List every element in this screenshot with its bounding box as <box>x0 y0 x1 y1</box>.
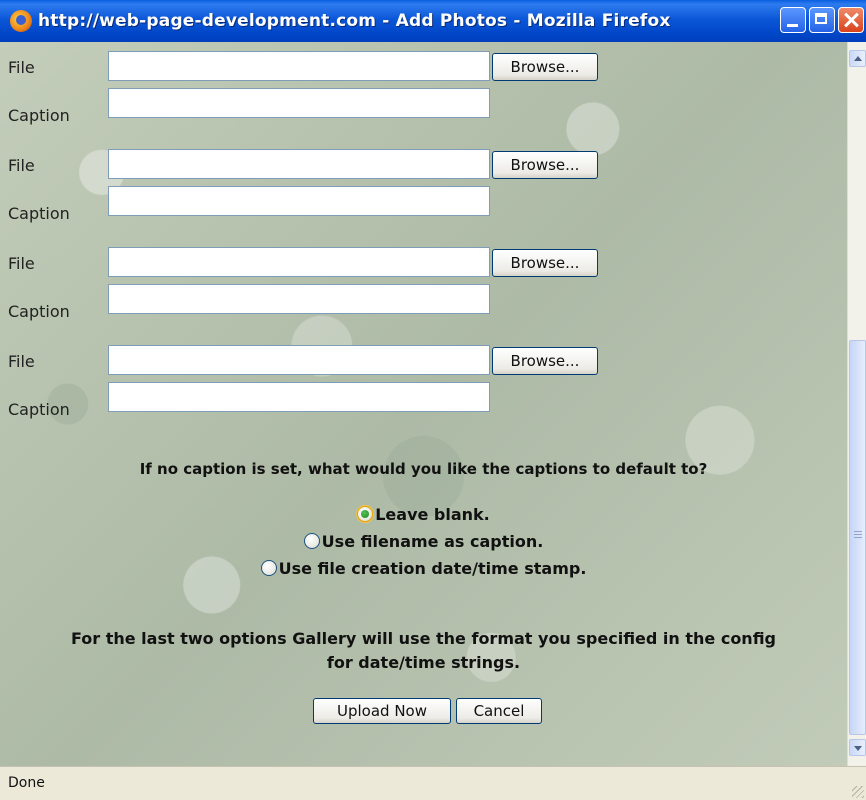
browser-window: http://web-page-development.com - Add Ph… <box>0 0 866 800</box>
vertical-scrollbar[interactable] <box>847 42 866 766</box>
radio-leave-blank[interactable] <box>357 506 374 522</box>
maximize-button[interactable] <box>809 7 835 33</box>
option-use-filename[interactable]: Use filename as caption. <box>0 532 847 551</box>
scroll-up-arrow-icon[interactable] <box>849 50 866 67</box>
file-label-4: File <box>8 352 35 371</box>
scrollbar-thumb[interactable] <box>849 340 866 735</box>
browse-button-1[interactable]: Browse... <box>492 53 598 81</box>
cancel-button[interactable]: Cancel <box>456 698 542 724</box>
caption-label-4: Caption <box>8 400 70 419</box>
scroll-down-arrow-icon[interactable] <box>849 739 866 756</box>
caption-input-2[interactable] <box>108 186 490 216</box>
caption-input-3[interactable] <box>108 284 490 314</box>
resize-grip-icon[interactable] <box>852 786 864 798</box>
caption-input-1[interactable] <box>108 88 490 118</box>
file-label-3: File <box>8 254 35 273</box>
close-button[interactable] <box>838 7 864 33</box>
browse-button-4[interactable]: Browse... <box>492 347 598 375</box>
caption-input-4[interactable] <box>108 382 490 412</box>
file-input-1[interactable] <box>108 51 490 81</box>
note-line-2: for date/time strings. <box>326 653 521 672</box>
upload-now-button[interactable]: Upload Now <box>313 698 451 724</box>
option-leave-blank[interactable]: Leave blank. <box>0 505 847 524</box>
radio-use-filename[interactable] <box>303 533 320 549</box>
file-input-2[interactable] <box>108 149 490 179</box>
firefox-icon <box>10 10 32 32</box>
file-label-2: File <box>8 156 35 175</box>
radio-use-date-stamp[interactable] <box>260 560 277 576</box>
window-title: http://web-page-development.com - Add Ph… <box>38 11 671 31</box>
note-line-1: For the last two options Gallery will us… <box>70 629 777 648</box>
option-label: Leave blank. <box>375 505 490 524</box>
caption-label-1: Caption <box>8 106 70 125</box>
browse-button-2[interactable]: Browse... <box>492 151 598 179</box>
option-label: Use file creation date/time stamp. <box>278 559 587 578</box>
minimize-button[interactable] <box>780 7 806 33</box>
caption-label-3: Caption <box>8 302 70 321</box>
default-caption-question: If no caption is set, what would you lik… <box>139 460 708 478</box>
file-label-1: File <box>8 58 35 77</box>
file-input-4[interactable] <box>108 345 490 375</box>
browse-button-3[interactable]: Browse... <box>492 249 598 277</box>
format-note: For the last two options Gallery will us… <box>0 627 847 675</box>
file-input-3[interactable] <box>108 247 490 277</box>
title-bar[interactable]: http://web-page-development.com - Add Ph… <box>0 0 866 42</box>
caption-label-2: Caption <box>8 204 70 223</box>
status-bar: Done <box>0 766 866 800</box>
page-content: File Browse... Caption File Browse... Ca… <box>0 42 847 766</box>
option-label: Use filename as caption. <box>321 532 544 551</box>
option-use-date-stamp[interactable]: Use file creation date/time stamp. <box>0 559 847 578</box>
status-text: Done <box>8 775 45 791</box>
